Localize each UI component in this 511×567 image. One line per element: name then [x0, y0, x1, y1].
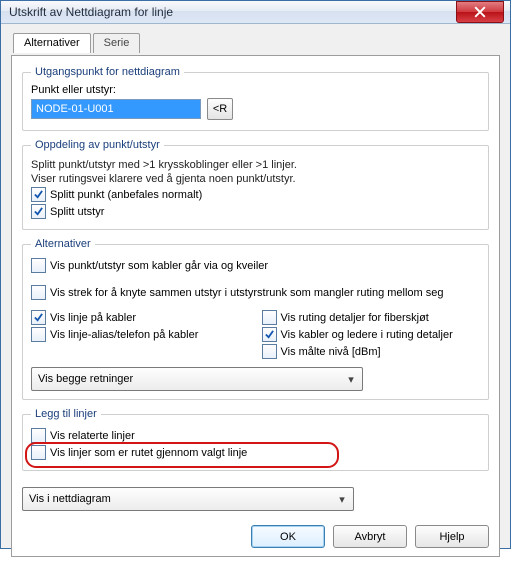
- close-icon: [474, 6, 486, 18]
- checkbox-split-point[interactable]: [31, 187, 46, 202]
- group-legend: Oppdeling av punkt/utstyr: [31, 139, 164, 151]
- button-label: Avbryt: [355, 531, 386, 543]
- checkbox-label: Vis strek for å knyte sammen utstyr i ut…: [50, 287, 443, 299]
- group-legend: Alternativer: [31, 238, 95, 250]
- tab-label: Serie: [104, 37, 130, 49]
- split-desc-2: Viser rutingsvei klarere ved å gjenta no…: [31, 173, 480, 185]
- checkbox-split-equipment[interactable]: [31, 204, 46, 219]
- tab-alternativer[interactable]: Alternativer: [13, 33, 91, 53]
- checkbox-label: Vis punkt/utstyr som kabler går via og k…: [50, 260, 268, 272]
- button-bar: OK Avbryt Hjelp: [22, 519, 489, 548]
- reset-button[interactable]: <R: [207, 98, 233, 120]
- close-button[interactable]: [456, 1, 504, 23]
- combo-value: Vis i nettdiagram: [29, 493, 111, 505]
- checkbox-label: Vis relaterte linjer: [50, 430, 135, 442]
- checkbox-ruting-fiber[interactable]: [262, 310, 277, 325]
- checkbox-measured-level[interactable]: [262, 344, 277, 359]
- dialog-window: Utskrift av Nettdiagram for linje Altern…: [0, 0, 511, 549]
- tab-strip: Alternativer Serie: [11, 32, 500, 52]
- checkbox-cables-leaders[interactable]: [262, 327, 277, 342]
- direction-combo[interactable]: Vis begge retninger ▾: [31, 367, 363, 391]
- combo-value: Vis begge retninger: [38, 373, 133, 385]
- checkbox-label: Vis ruting detaljer for fiberskjøt: [281, 312, 429, 324]
- checkbox-label: Vis linjer som er rutet gjennom valgt li…: [50, 447, 247, 459]
- checkbox-label: Vis målte nivå [dBm]: [281, 346, 381, 358]
- startpoint-label: Punkt eller utstyr:: [31, 84, 480, 96]
- checkbox-label: Vis kabler og ledere i ruting detaljer: [281, 329, 453, 341]
- button-label: <R: [213, 103, 227, 115]
- group-add-lines: Legg til linjer Vis relaterte linjer Vis…: [22, 408, 489, 471]
- tab-serie[interactable]: Serie: [93, 33, 141, 53]
- title-bar: Utskrift av Nettdiagram for linje: [1, 1, 510, 24]
- checkbox-line-alias[interactable]: [31, 327, 46, 342]
- ok-button[interactable]: OK: [251, 525, 325, 548]
- chevron-down-icon: ▾: [344, 373, 358, 386]
- group-alternatives: Alternativer Vis punkt/utstyr som kabler…: [22, 238, 489, 400]
- button-label: OK: [280, 531, 296, 543]
- cancel-button[interactable]: Avbryt: [333, 525, 407, 548]
- client-area: Alternativer Serie Utgangspunkt for nett…: [1, 24, 510, 567]
- split-desc-1: Splitt punkt/utstyr med >1 krysskoblinge…: [31, 159, 480, 171]
- group-startpoint: Utgangspunkt for nettdiagram Punkt eller…: [22, 66, 489, 131]
- checkbox-strek[interactable]: [31, 285, 46, 300]
- checkbox-routed-through[interactable]: [31, 445, 46, 460]
- checkbox-related-lines[interactable]: [31, 428, 46, 443]
- checkbox-line-on-cables[interactable]: [31, 310, 46, 325]
- group-split: Oppdeling av punkt/utstyr Splitt punkt/u…: [22, 139, 489, 230]
- tab-label: Alternativer: [24, 37, 80, 49]
- group-legend: Legg til linjer: [31, 408, 101, 420]
- highlighted-option: Vis linjer som er rutet gjennom valgt li…: [31, 445, 480, 460]
- chevron-down-icon: ▾: [335, 493, 349, 506]
- checkbox-label: Splitt punkt (anbefales normalt): [50, 189, 202, 201]
- help-button[interactable]: Hjelp: [415, 525, 489, 548]
- view-combo[interactable]: Vis i nettdiagram ▾: [22, 487, 354, 511]
- checkbox-via[interactable]: [31, 258, 46, 273]
- button-label: Hjelp: [439, 531, 464, 543]
- tab-panel: Utgangspunkt for nettdiagram Punkt eller…: [11, 55, 500, 557]
- checkbox-label: Vis linje-alias/telefon på kabler: [50, 329, 198, 341]
- window-title: Utskrift av Nettdiagram for linje: [9, 5, 456, 19]
- checkbox-label: Vis linje på kabler: [50, 312, 136, 324]
- checkbox-label: Splitt utstyr: [50, 206, 104, 218]
- startpoint-input[interactable]: [31, 99, 201, 119]
- group-legend: Utgangspunkt for nettdiagram: [31, 66, 184, 78]
